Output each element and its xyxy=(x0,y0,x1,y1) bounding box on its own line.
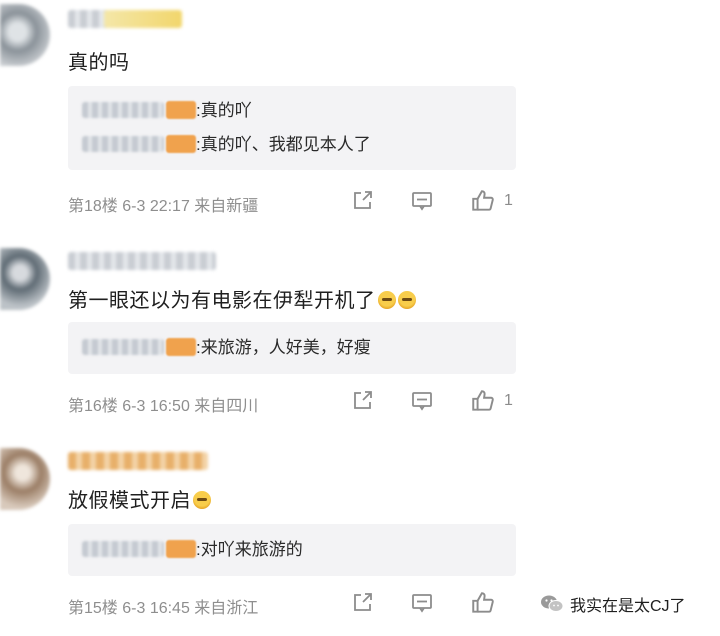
reply-username-blurred[interactable] xyxy=(82,102,164,118)
comment-text: 第一眼还以为有电影在伊犁开机了 xyxy=(68,284,416,313)
avatar[interactable] xyxy=(0,4,50,66)
thumbs-up-icon xyxy=(472,190,494,211)
wechat-icon xyxy=(541,595,564,612)
like-button[interactable]: 1 xyxy=(470,386,513,416)
reply-text: 真的吖、我都见本人了 xyxy=(200,135,371,154)
author-badge xyxy=(166,135,196,153)
reply-text: 来旅游，人好美，好瘦 xyxy=(200,338,371,357)
like-button[interactable]: 1 xyxy=(470,186,513,216)
share-icon xyxy=(354,593,372,611)
avatar[interactable] xyxy=(0,448,50,510)
username-blurred[interactable] xyxy=(68,10,182,28)
wechat-watermark: 我实在是太CJ了 xyxy=(540,592,686,616)
reply-text: 真的吖 xyxy=(200,101,252,120)
reply-box[interactable]: :对吖来旅游的 xyxy=(68,524,516,576)
comment-meta: 第18楼 6-3 22:17 来自新疆 xyxy=(68,198,259,215)
thumbs-up-icon xyxy=(472,390,494,411)
comment-actions: 1 xyxy=(350,186,530,216)
reply-text: 对吖来旅游的 xyxy=(200,540,303,559)
comment-button[interactable] xyxy=(410,186,434,216)
comment-icon xyxy=(412,192,432,211)
comment-actions: 1 xyxy=(350,386,530,416)
comment-icon xyxy=(412,392,432,411)
share-icon xyxy=(354,191,372,209)
comment-button[interactable] xyxy=(410,386,434,416)
laughing-emoji-icon xyxy=(193,491,211,509)
share-button[interactable] xyxy=(350,588,374,618)
reply-line: :来旅游，人好美，好瘦 xyxy=(82,335,371,361)
comment-text-body: 第一眼还以为有电影在伊犁开机了 xyxy=(68,290,376,312)
avatar[interactable] xyxy=(0,248,50,310)
comment-text: 放假模式开启 xyxy=(68,484,211,513)
author-badge xyxy=(166,101,196,119)
like-count: 1 xyxy=(504,192,513,209)
comment-meta: 第16楼 6-3 16:50 来自四川 xyxy=(68,398,259,415)
author-badge xyxy=(166,338,196,356)
comment-text: 真的吗 xyxy=(68,52,130,74)
comment-text-body: 放假模式开启 xyxy=(68,490,191,512)
laughing-emoji-icon xyxy=(377,291,396,309)
share-button[interactable] xyxy=(350,386,374,416)
reply-username-blurred[interactable] xyxy=(82,541,164,557)
reply-box[interactable]: :来旅游，人好美，好瘦 xyxy=(68,322,516,374)
reply-box[interactable]: :真的吖 :真的吖、我都见本人了 xyxy=(68,86,516,170)
watermark-text: 我实在是太CJ了 xyxy=(570,598,686,615)
reply-username-blurred[interactable] xyxy=(82,136,164,152)
share-icon xyxy=(354,391,372,409)
comment-button[interactable] xyxy=(410,588,434,618)
share-button[interactable] xyxy=(350,186,374,216)
reply-line: :对吖来旅游的 xyxy=(82,537,303,563)
thumbs-up-icon xyxy=(472,592,494,613)
comment-actions xyxy=(350,588,530,618)
reply-line: :真的吖 xyxy=(82,98,252,124)
reply-username-blurred[interactable] xyxy=(82,339,164,355)
like-count: 1 xyxy=(504,392,513,409)
laughing-emoji-icon xyxy=(397,291,416,309)
author-badge xyxy=(166,540,196,558)
reply-line: :真的吖、我都见本人了 xyxy=(82,132,371,158)
username-blurred[interactable] xyxy=(68,452,208,470)
comment-icon xyxy=(412,594,432,613)
username-blurred[interactable] xyxy=(68,252,216,270)
like-button[interactable] xyxy=(470,588,504,618)
comment-meta: 第15楼 6-3 16:45 来自浙江 xyxy=(68,600,259,617)
